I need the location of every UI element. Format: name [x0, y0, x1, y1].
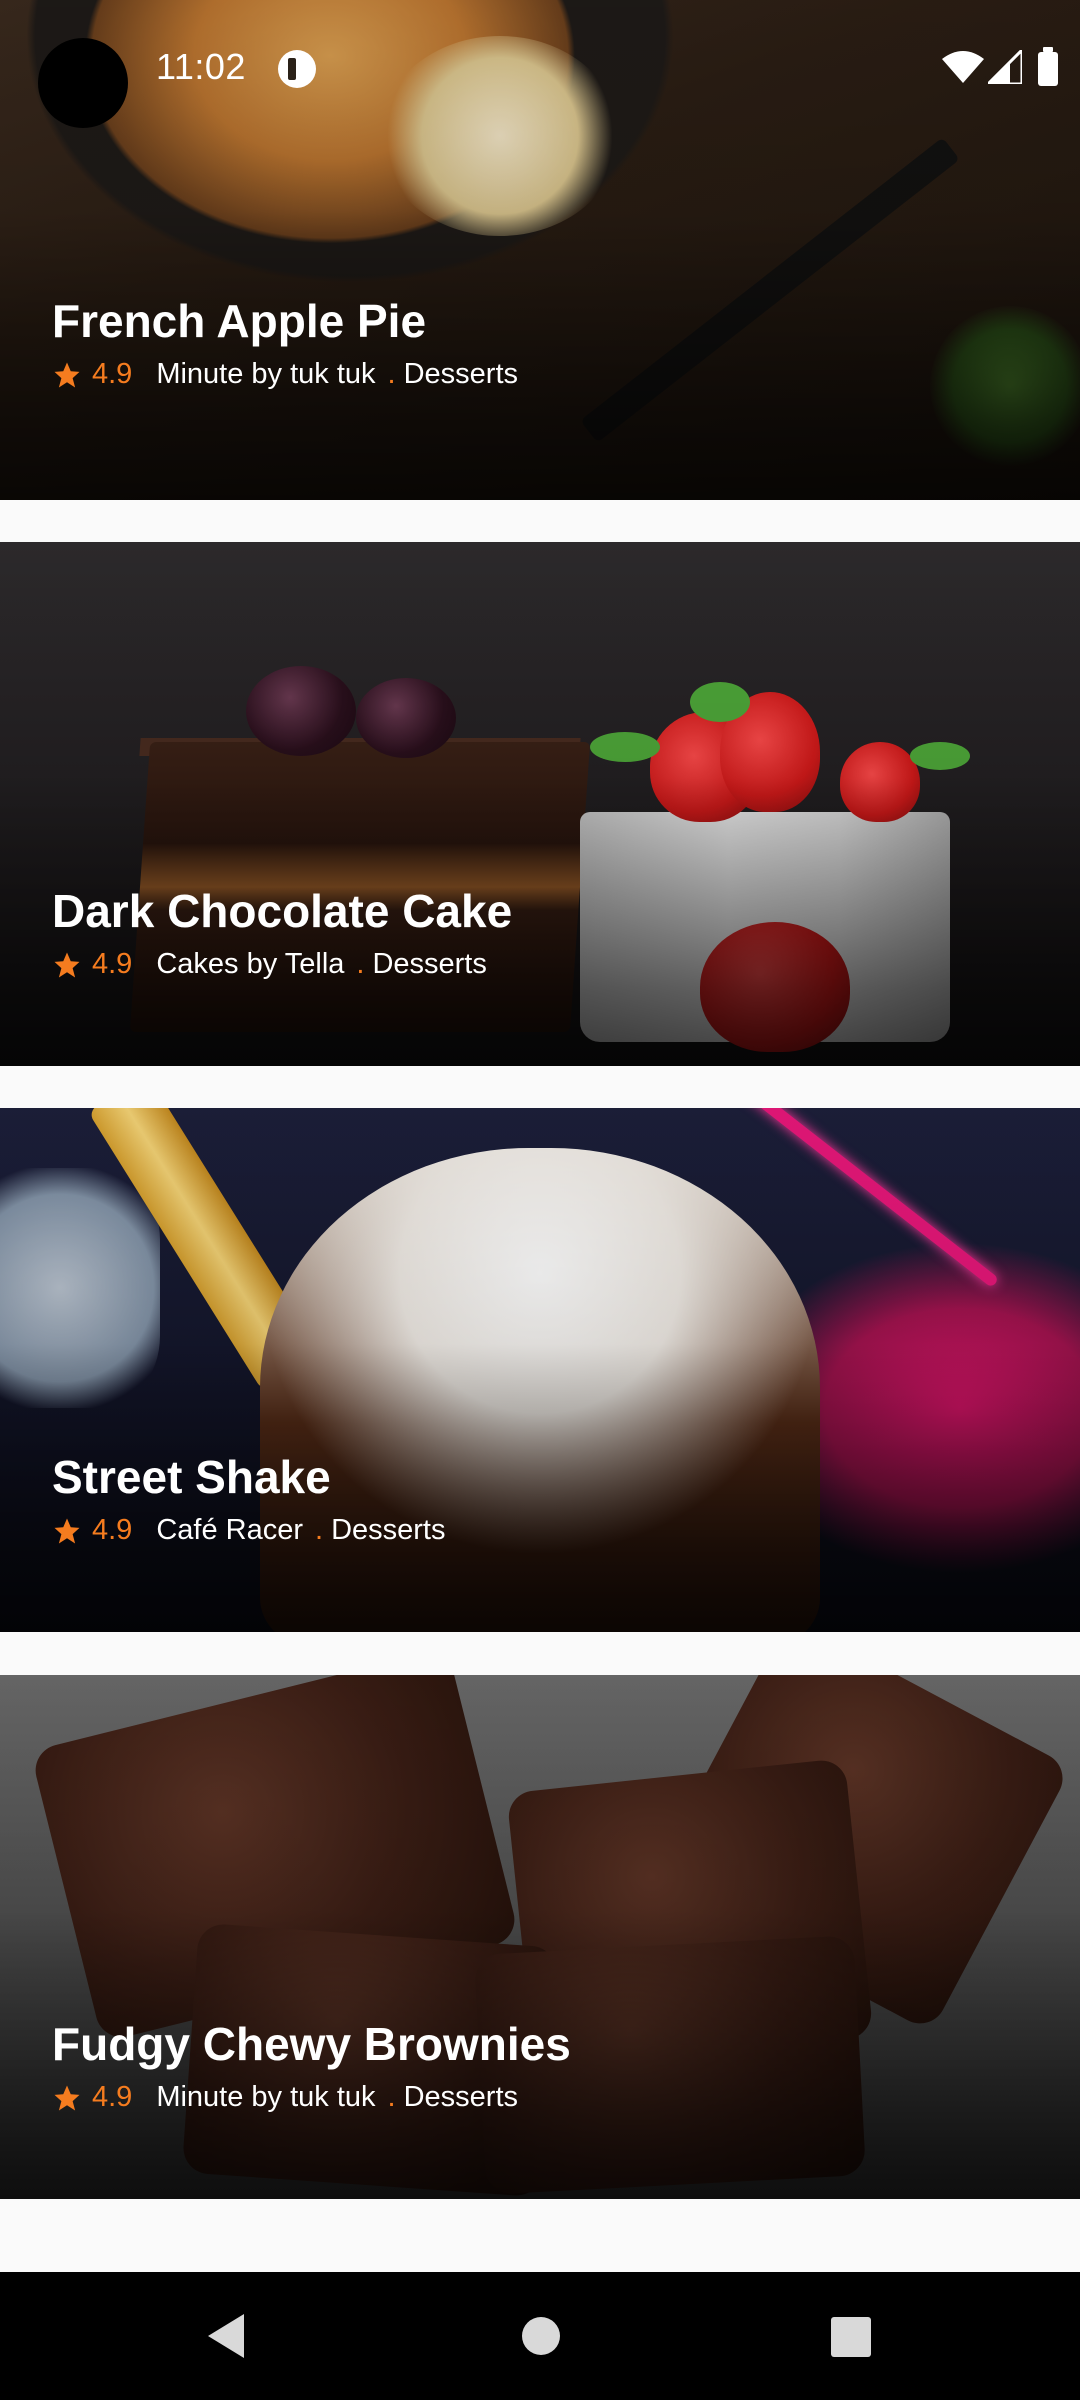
recipe-rating: 4.9: [92, 358, 133, 390]
recipe-list-screen: 11:02 French Apple Pie 4.9 Minute by tuk…: [0, 0, 1080, 2400]
meta-separator: .: [387, 358, 396, 390]
status-bar: 11:02: [0, 0, 1080, 136]
signal-icon: [988, 50, 1022, 84]
recipe-meta: 4.9 Cakes by Tella . Desserts: [52, 948, 487, 981]
recipe-meta: 4.9 Café Racer . Desserts: [52, 1514, 445, 1547]
recipe-rating: 4.9: [92, 948, 133, 980]
recipe-meta: 4.9 Minute by tuk tuk . Desserts: [52, 2081, 518, 2114]
recipe-category: Desserts: [403, 358, 519, 390]
status-time: 11:02: [156, 46, 246, 87]
star-icon: [54, 362, 80, 387]
home-icon[interactable]: [522, 2317, 560, 2355]
recipe-title: Street Shake: [52, 1451, 331, 1503]
system-navigation-bar: [0, 2272, 1080, 2400]
recipe-title: Fudgy Chewy Brownies: [52, 2018, 571, 2070]
recipe-category: Desserts: [331, 1514, 446, 1546]
battery-icon: [1038, 47, 1058, 86]
recipe-rating: 4.9: [92, 1514, 133, 1546]
recipe-card-street-shake[interactable]: Street Shake 4.9 Café Racer . Desserts: [0, 1108, 1080, 1632]
star-icon: [54, 1518, 80, 1543]
recipe-category: Desserts: [372, 948, 487, 980]
meta-separator: .: [315, 1514, 324, 1546]
recipe-card-dark-chocolate-cake[interactable]: Dark Chocolate Cake 4.9 Cakes by Tella .…: [0, 542, 1080, 1066]
meta-separator: .: [356, 948, 365, 980]
recents-icon[interactable]: [831, 2317, 871, 2357]
back-icon[interactable]: [206, 2312, 246, 2360]
star-icon: [54, 952, 80, 977]
recipe-source: Minute by tuk tuk: [156, 358, 376, 390]
recipe-source: Café Racer: [156, 1514, 303, 1546]
recipe-source: Cakes by Tella: [156, 948, 345, 980]
recipe-card-fudgy-chewy-brownies[interactable]: Fudgy Chewy Brownies 4.9 Minute by tuk t…: [0, 1675, 1080, 2199]
recipe-title: Dark Chocolate Cake: [52, 885, 513, 937]
recipe-category: Desserts: [403, 2081, 519, 2113]
recipe-rating: 4.9: [92, 2081, 133, 2113]
star-icon: [54, 2085, 80, 2110]
notification-icon: [278, 50, 316, 88]
meta-separator: .: [387, 2081, 396, 2113]
recipe-source: Minute by tuk tuk: [156, 2081, 376, 2113]
recipe-title: French Apple Pie: [52, 295, 427, 347]
wifi-icon: [942, 51, 984, 83]
camera-cutout: [38, 38, 128, 128]
recipe-meta: 4.9 Minute by tuk tuk . Desserts: [52, 358, 518, 391]
